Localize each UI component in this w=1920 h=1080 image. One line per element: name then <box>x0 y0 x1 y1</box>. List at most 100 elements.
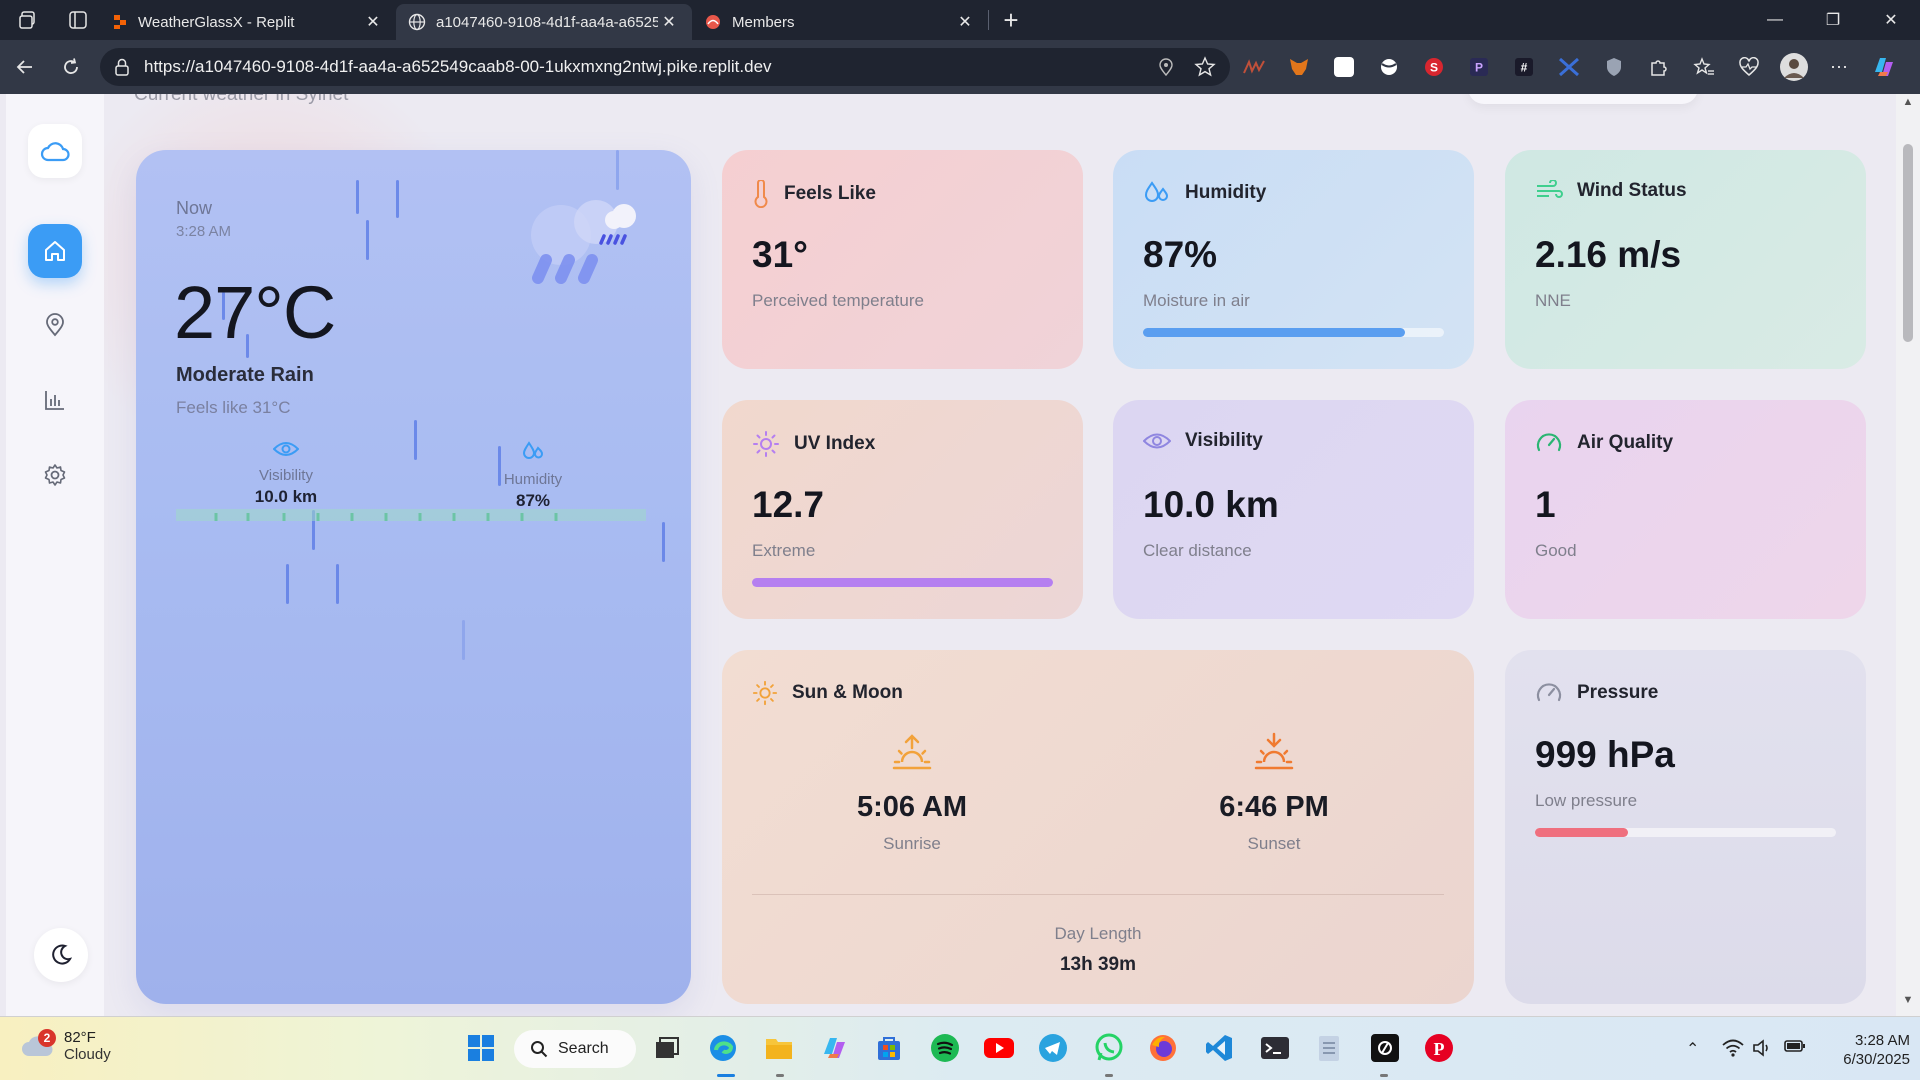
svg-text:S: S <box>1430 61 1438 75</box>
extension-grid-icon[interactable] <box>1328 51 1360 83</box>
scroll-down-arrow[interactable]: ▼ <box>1896 994 1920 1006</box>
file-explorer-icon[interactable] <box>762 1031 796 1065</box>
scroll-up-arrow[interactable]: ▲ <box>1896 96 1920 108</box>
more-options-icon[interactable]: ⋯ <box>1823 51 1855 83</box>
show-hidden-icons-chevron[interactable]: ⌃ <box>1686 1039 1699 1059</box>
sun-icon <box>752 680 778 706</box>
extension-x-icon[interactable] <box>1553 51 1585 83</box>
firefox-icon[interactable] <box>1146 1031 1180 1065</box>
windows-start-button[interactable] <box>464 1031 498 1065</box>
uv-index-card[interactable]: UV Index 12.7 Extreme <box>722 400 1083 619</box>
browser-health-icon[interactable] <box>1733 51 1765 83</box>
lock-icon[interactable] <box>114 58 130 76</box>
app-running-indicator <box>1105 1074 1113 1077</box>
rain-drop <box>616 150 619 190</box>
new-tab-button[interactable]: + <box>989 5 1033 36</box>
nav-stats-button[interactable] <box>28 373 82 427</box>
whatsapp-icon[interactable] <box>1092 1031 1126 1065</box>
visibility-card[interactable]: Visibility 10.0 km Clear distance <box>1113 400 1474 619</box>
air-quality-card[interactable]: Air Quality 1 Good <box>1505 400 1866 619</box>
taskbar-search[interactable]: Search <box>514 1030 636 1068</box>
wifi-icon[interactable] <box>1722 1039 1744 1062</box>
feels-like-card[interactable]: Feels Like 31° Perceived temperature <box>722 150 1083 369</box>
current-time: 3:28 AM <box>176 223 232 240</box>
profile-avatar[interactable] <box>1778 51 1810 83</box>
taskbar-weather-widget[interactable]: 82°F Cloudy <box>20 1029 111 1063</box>
shield-icon[interactable] <box>1598 51 1630 83</box>
wind-status-card[interactable]: Wind Status 2.16 m/s NNE <box>1505 150 1866 369</box>
edge-browser-icon[interactable] <box>706 1031 740 1065</box>
humidity-mini-stat: Humidity 87% <box>453 440 613 511</box>
humidity-header: Humidity <box>1143 180 1266 206</box>
droplets-icon <box>522 441 544 459</box>
extensions-puzzle-icon[interactable] <box>1643 51 1675 83</box>
extension-p-icon[interactable]: P <box>1463 51 1495 83</box>
task-view-icon[interactable] <box>650 1031 684 1065</box>
rain-drop <box>462 620 465 660</box>
copilot-app-icon[interactable] <box>818 1031 852 1065</box>
page-scrollbar[interactable]: ▲ ▼ <box>1896 94 1920 1016</box>
replit-favicon-icon <box>114 15 126 29</box>
app-logo[interactable] <box>28 124 82 178</box>
tab-weather-app[interactable]: a1047460-9108-4d1f-aa4a-a6525 ✕ <box>396 4 692 40</box>
gear-icon <box>44 464 66 486</box>
close-tab-icon[interactable]: ✕ <box>954 12 976 32</box>
scroll-thumb[interactable] <box>1903 144 1913 342</box>
terminal-icon[interactable] <box>1258 1031 1292 1065</box>
day-length-value: 13h 39m <box>1059 954 1137 975</box>
nav-home-button[interactable] <box>28 224 82 278</box>
taskbar-weather-temp: 82°F <box>64 1029 96 1046</box>
workspaces-icon[interactable] <box>0 0 56 40</box>
copilot-icon[interactable] <box>1868 51 1900 83</box>
pinterest-icon[interactable]: P <box>1422 1031 1456 1065</box>
tab-weatherglassx-replit[interactable]: WeatherGlassX - Replit ✕ <box>100 4 396 40</box>
nav-location-button[interactable] <box>28 298 82 352</box>
tab-members[interactable]: Members ✕ <box>692 4 988 40</box>
theme-toggle-button[interactable] <box>34 928 88 982</box>
url-text[interactable]: https://a1047460-9108-4d1f-aa4a-a652549c… <box>144 57 1158 77</box>
header-search-pill[interactable] <box>1468 94 1698 104</box>
minimize-button[interactable]: — <box>1746 0 1804 40</box>
favorite-star-icon[interactable] <box>1194 56 1216 78</box>
youtube-icon[interactable] <box>982 1031 1016 1065</box>
microsoft-store-icon[interactable] <box>872 1031 906 1065</box>
page-subtitle: Current weather in Sylhet <box>134 94 349 105</box>
eye-icon <box>1143 433 1171 449</box>
notepad-icon[interactable] <box>1312 1031 1346 1065</box>
visibility-header: Visibility <box>1143 430 1263 452</box>
wind-direction: NNE <box>1535 291 1571 310</box>
pressure-value: 999 hPa <box>1535 734 1675 775</box>
favorites-icon[interactable] <box>1688 51 1720 83</box>
volume-icon[interactable] <box>1752 1039 1772 1062</box>
telegram-icon[interactable] <box>1036 1031 1070 1065</box>
close-tab-icon[interactable]: ✕ <box>658 12 680 32</box>
back-button[interactable] <box>2 47 48 87</box>
close-window-button[interactable]: ✕ <box>1862 0 1920 40</box>
close-tab-icon[interactable]: ✕ <box>362 12 384 32</box>
vertical-tabs-icon[interactable] <box>56 0 100 40</box>
sunset-column: 6:46 PM Sunset <box>1154 732 1394 854</box>
extensions-strip: S P # ⋯ <box>1238 48 1900 86</box>
sunset-label: Sunset <box>1247 834 1301 853</box>
extension-hash-icon[interactable]: # <box>1508 51 1540 83</box>
spotify-icon[interactable] <box>928 1031 962 1065</box>
extension-s-icon[interactable]: S <box>1418 51 1450 83</box>
feels-like-subtitle: Perceived temperature <box>752 291 924 310</box>
replit-desktop-icon[interactable] <box>1368 1031 1402 1065</box>
battery-icon[interactable] <box>1784 1039 1806 1058</box>
extension-scribble-icon[interactable] <box>1238 51 1270 83</box>
bar-chart-icon <box>45 391 64 410</box>
location-pin-icon[interactable] <box>1158 58 1174 76</box>
pressure-card[interactable]: Pressure 999 hPa Low pressure <box>1505 650 1866 1004</box>
taskbar-clock[interactable]: 3:28 AM 6/30/2025 <box>1820 1031 1910 1069</box>
address-bar[interactable]: https://a1047460-9108-4d1f-aa4a-a652549c… <box>100 48 1230 86</box>
feels-like-value: 31° <box>752 234 808 275</box>
sun-moon-card[interactable]: Sun & Moon 5:06 AM Sunrise 6:46 PM Sunse… <box>722 650 1474 1004</box>
vscode-icon[interactable] <box>1202 1031 1236 1065</box>
metamask-fox-icon[interactable] <box>1283 51 1315 83</box>
nav-settings-button[interactable] <box>28 448 82 502</box>
restore-button[interactable]: ❐ <box>1804 0 1862 40</box>
refresh-button[interactable] <box>48 47 94 87</box>
extension-globe-icon[interactable] <box>1373 51 1405 83</box>
humidity-card[interactable]: Humidity 87% Moisture in air <box>1113 150 1474 369</box>
